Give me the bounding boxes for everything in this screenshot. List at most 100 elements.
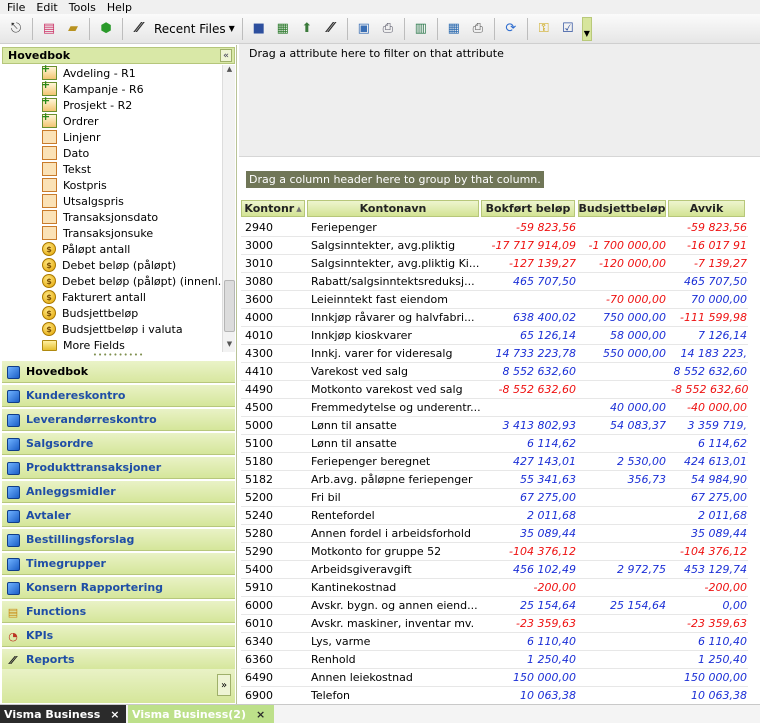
tree-item[interactable]: Kostpris (42, 177, 107, 193)
recent-files-button[interactable]: Recent Files ▼ (154, 22, 235, 36)
table-row[interactable]: 6000 Avskr. bygn. og annen eiend... 25 154… (241, 597, 748, 615)
tab-visma-business-1[interactable]: Visma Business × (0, 705, 126, 723)
table-row[interactable]: 4000 Innkjøp råvarer og halvfabri... 638 4… (241, 309, 748, 327)
nav-label: Leverandørreskontro (26, 413, 157, 426)
table-row[interactable]: 3010 Salgsinntekter, avg.pliktig Ki... -12… (241, 255, 748, 273)
tree-item[interactable]: Kampanje - R6 (41, 78, 144, 97)
refresh-green-icon[interactable]: ⬢ (96, 19, 116, 39)
sync-icon[interactable]: ⟳ (501, 19, 521, 39)
table-row[interactable]: 6340 Lys, varme 6 110,40 6 110,40 (241, 633, 748, 651)
nav-bestillingsforslag[interactable]: Bestillingsforslag (2, 528, 235, 551)
column-header-budsjettbelop[interactable]: Budsjettbeløp (578, 200, 666, 217)
nav-kpis[interactable]: ◔ KPIs (2, 624, 235, 647)
tree-item[interactable]: $ Debet beløp (påløpt) (42, 257, 176, 273)
toolbar-overflow-button[interactable]: ▼ (581, 16, 592, 41)
scroll-up-icon[interactable]: ▲ (223, 65, 236, 77)
scroll-down-icon[interactable]: ▼ (223, 340, 236, 352)
tree-item[interactable]: Tekst (42, 161, 91, 177)
table-row[interactable]: 6360 Renhold 1 250,40 1 250,40 (241, 651, 748, 669)
table-row[interactable]: 4010 Innkjøp kioskvarer 65 126,14 58 000,00… (241, 327, 748, 345)
printer-icon[interactable]: ⎙ (468, 19, 488, 39)
tree-item[interactable]: $ Budsjettbeløp (42, 305, 138, 321)
nav-reports[interactable]: ⁄⁄ Reports (2, 648, 235, 671)
tree-item[interactable]: Prosjekt - R2 (41, 94, 132, 113)
nav-hovedbok[interactable]: Hovedbok (2, 360, 235, 383)
table-row[interactable]: 5290 Motkonto for gruppe 52 -104 376,12 -10… (241, 543, 748, 561)
calculator-icon[interactable]: ▥ (411, 19, 431, 39)
table-row[interactable]: 6010 Avskr. maskiner, inventar mv. -23 359… (241, 615, 748, 633)
table-row[interactable]: 5280 Annen fordel i arbeidsforhold 35 089,… (241, 525, 748, 543)
table-row[interactable]: 5100 Lønn til ansatte 6 114,62 6 114,62 (241, 435, 748, 453)
nav-anleggsmidler[interactable]: Anleggsmidler (2, 480, 235, 503)
export-icon[interactable]: ⬆ (297, 19, 317, 39)
report-icon[interactable]: ▣ (354, 19, 374, 39)
tree-item[interactable]: $ Påløpt antall (42, 241, 130, 257)
tree-item[interactable]: $ Debet beløp (påløpt) (innenl.) (42, 273, 221, 289)
nav-leverand-rreskontro[interactable]: Leverandørreskontro (2, 408, 235, 431)
nav-konsern-rapportering[interactable]: Konsern Rapportering (2, 576, 235, 599)
collapse-panel-icon[interactable]: « (220, 49, 232, 62)
tree-item[interactable]: Dato (42, 145, 89, 161)
column-header-bokfort-belop[interactable]: Bokført beløp (481, 200, 575, 217)
print-preview-icon[interactable]: ⎙ (378, 19, 398, 39)
close-icon[interactable]: × (256, 708, 265, 721)
tree-item[interactable]: $ Budsjettbeløp i valuta (42, 321, 183, 337)
save-icon[interactable]: ■ (249, 19, 269, 39)
table-row[interactable]: 4490 Motkonto varekost ved salg -8 552 632… (241, 381, 748, 399)
table-row[interactable]: 5180 Feriepenger beregnet 427 143,01 2 530,… (241, 453, 748, 471)
table-row[interactable]: 6900 Telefon 10 063,38 10 063,38 (241, 687, 748, 704)
menu-file[interactable]: File (7, 1, 25, 14)
nav-kundereskontro[interactable]: Kundereskontro (2, 384, 235, 407)
visma-logo-icon[interactable]: ⁄⁄ (321, 19, 341, 39)
table-row[interactable]: 6490 Annen leiekostnad 150 000,00 150 000,0… (241, 669, 748, 687)
tree-item[interactable]: Transaksjonsdato (42, 209, 158, 225)
table-row[interactable]: 3600 Leieinntekt fast eiendom -70 000,00 70… (241, 291, 748, 309)
column-header-kontonavn[interactable]: Kontonavn (307, 200, 479, 217)
tree-item[interactable]: Linjenr (42, 129, 100, 145)
nav-functions[interactable]: ▤ Functions (2, 600, 235, 623)
table-row[interactable]: 5400 Arbeidsgiveravgift 456 102,49 2 972,75… (241, 561, 748, 579)
menu-edit[interactable]: Edit (36, 1, 57, 14)
table-row[interactable]: 5182 Arb.avg. påløpne feriepenger 55 341,6… (241, 471, 748, 489)
tree-item[interactable]: Transaksjonsuke (42, 225, 153, 241)
filter-drop-zone[interactable]: Drag a attribute here to filter on that … (239, 44, 760, 157)
nav-avtaler[interactable]: Avtaler (2, 504, 235, 527)
expand-navigation-icon[interactable]: » (217, 674, 231, 696)
close-icon[interactable]: × (110, 708, 119, 721)
column-header-avvik[interactable]: Avvik (668, 200, 745, 217)
exit-icon[interactable]: ⎋ (6, 19, 26, 39)
scrollbar-thumb[interactable] (224, 280, 235, 332)
tree-item[interactable]: $ Fakturert antall (42, 289, 146, 305)
key-icon[interactable]: ⚿ (534, 19, 554, 39)
visma-logo-icon[interactable]: ⁄⁄ (129, 19, 149, 39)
menu-help[interactable]: Help (107, 1, 132, 14)
calendar-icon[interactable]: ▦ (444, 19, 464, 39)
tree-item[interactable]: More Fields (42, 337, 125, 352)
nav-timegrupper[interactable]: Timegrupper (2, 552, 235, 575)
tree-item[interactable]: Utsalgspris (42, 193, 124, 209)
table-row[interactable]: 5910 Kantinekostnad -200,00 -200,00 (241, 579, 748, 597)
tree-item[interactable]: Ordrer (41, 110, 99, 129)
column-header-kontonr[interactable]: Kontonr ▲ (241, 200, 305, 217)
tree-scrollbar[interactable]: ▲ ▼ (222, 65, 235, 352)
table-row[interactable]: 2940 Feriepenger -59 823,56 -59 823,56 (241, 219, 748, 237)
table-row[interactable]: 4300 Innkj. varer for videresalg 14 733 22… (241, 345, 748, 363)
open-folder-icon[interactable]: ▰ (63, 19, 83, 39)
nav-salgsordre[interactable]: Salgsordre (2, 432, 235, 455)
table-row[interactable]: 5240 Rentefordel 2 011,68 2 011,68 (241, 507, 748, 525)
new-document-icon[interactable]: ▤ (39, 19, 59, 39)
table-row[interactable]: 4410 Varekost ved salg 8 552 632,60 8 552 6… (241, 363, 748, 381)
group-drop-zone[interactable]: Drag a column header here to group by th… (239, 158, 760, 196)
excel-icon[interactable]: ▦ (273, 19, 293, 39)
table-row[interactable]: 5200 Fri bil 67 275,00 67 275,00 (241, 489, 748, 507)
table-row[interactable]: 4500 Fremmedytelse og underentr... 40 000,… (241, 399, 748, 417)
table-row[interactable]: 3000 Salgsinntekter, avg.pliktig -17 717 9… (241, 237, 748, 255)
table-row[interactable]: 5000 Lønn til ansatte 3 413 802,93 54 083,3… (241, 417, 748, 435)
tree-item[interactable]: Avdeling - R1 (41, 65, 136, 81)
panel-splitter[interactable]: •••••••••• (2, 352, 235, 359)
checklist-icon[interactable]: ☑ (558, 19, 578, 39)
table-row[interactable]: 3080 Rabatt/salgsinntektsreduksj... 465 70… (241, 273, 748, 291)
tab-visma-business-2[interactable]: Visma Business(2) × (128, 705, 274, 723)
menu-tools[interactable]: Tools (69, 1, 96, 14)
nav-produkttransaksjoner[interactable]: Produkttransaksjoner (2, 456, 235, 479)
